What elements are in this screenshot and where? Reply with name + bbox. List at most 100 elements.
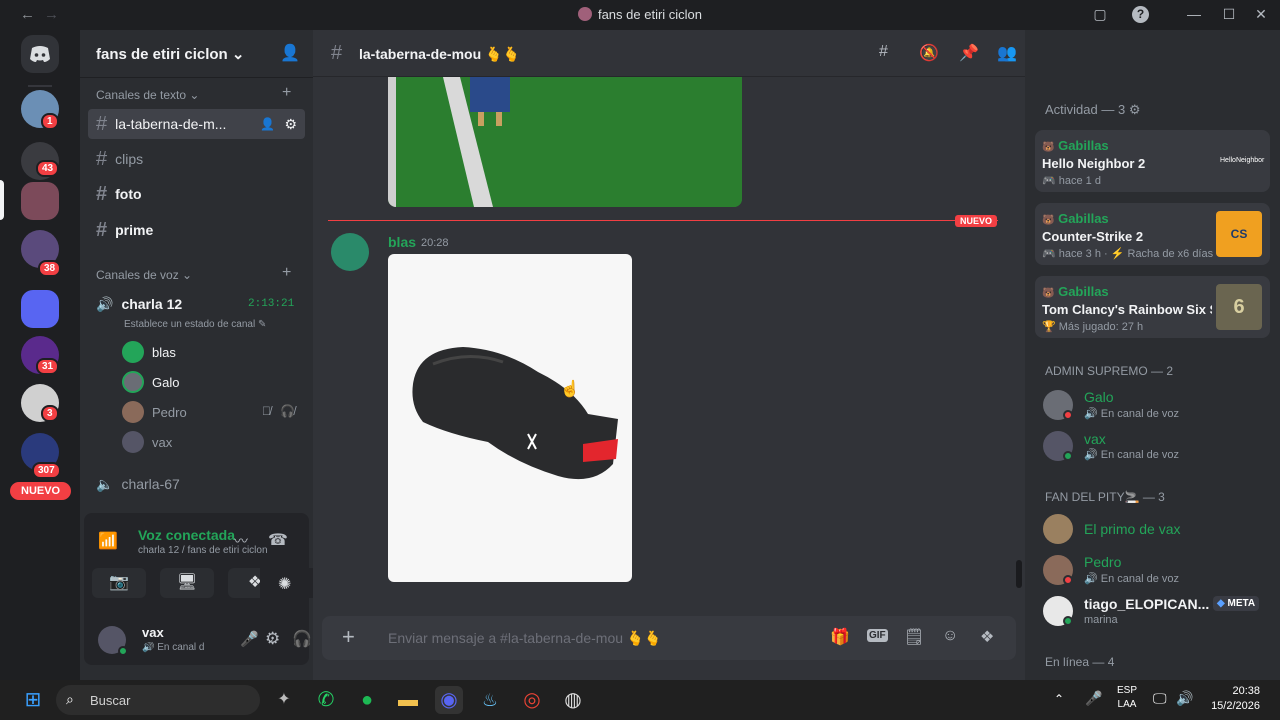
search-icon: ⌕ [66,691,74,707]
volume-icon[interactable]: 🔊 [1176,690,1193,707]
voice-channel-charla-67[interactable]: 🔈 charla-67 [96,473,180,495]
user-status: 🔊 En canal de v [142,642,204,653]
gear-icon[interactable]: ⚙ [284,116,297,133]
activity-game: Counter-Strike 2 [1042,229,1144,244]
tray-expand-icon[interactable]: ⌃ [1054,692,1064,706]
screen-share-button[interactable]: 🖥 [160,568,214,598]
pinned-messages-icon[interactable]: 📌 [959,43,979,63]
apps-icon[interactable]: ❖ [980,627,994,647]
status-hint-text: Establece un estado de canal [124,319,256,330]
mention-badge: 31 [36,358,60,375]
voice-user-pedro[interactable]: Pedro [122,401,187,423]
invite-people-icon[interactable]: 👤 [280,43,300,63]
member-status: marina [1084,614,1118,626]
maximize-icon[interactable]: ☐ [1219,6,1239,23]
user-avatar-icon: 🐻 [1042,142,1055,153]
voice-status-hint[interactable]: Establece un estado de canal ✎ [124,319,266,330]
add-voice-channel-icon[interactable]: + [282,264,291,282]
message-avatar[interactable] [331,233,369,271]
server-folder-icon[interactable] [21,290,59,328]
voice-user-vax[interactable]: vax [122,431,172,453]
gif-icon[interactable]: GIF [867,629,888,642]
member-pedro[interactable]: Pedro 🔊 En canal de voz [1043,553,1273,589]
threads-icon[interactable]: # [879,43,888,61]
discord-taskbar-icon[interactable]: ◉ [435,686,463,714]
member-tiago[interactable]: tiago_ELOPICAN... ◆ META marina [1043,594,1273,630]
mention-badge: 43 [36,160,60,177]
online-status-dot [1063,616,1073,626]
channel-clips[interactable]: # clips [96,146,143,172]
whatsapp-icon[interactable]: ✆ [312,686,340,714]
microphone-tray-icon[interactable]: 🎤 [1085,690,1102,707]
controller-icon: 🎮 [1042,175,1056,187]
text-category-header[interactable]: Canales de texto ⌄ [96,88,199,102]
activity-card-3[interactable]: 🐻 Gabillas Tom Clancy's Rainbow Six S...… [1035,276,1270,338]
message-composer[interactable]: + Enviar mensaje a #la-taberna-de-mou 🫰🫰… [322,616,1016,660]
message-author[interactable]: blas [388,234,416,250]
new-unreads-pill[interactable]: NUEVO [10,482,72,500]
disconnect-icon[interactable]: ☎ [268,530,288,550]
member-name: Pedro [1084,554,1122,570]
server-name-header[interactable]: fans de etiri ciclon ⌄ [96,45,244,63]
text-category-label: Canales de texto [96,88,187,102]
member-galo[interactable]: Galo 🔊 En canal de voz [1043,388,1273,424]
steam-icon[interactable]: ♨ [476,686,504,714]
channel-foto[interactable]: # foto [96,181,142,207]
microphone-icon[interactable]: 🎤 [240,630,259,648]
voice-connected-channel[interactable]: charla 12 / fans de etiri ciclon [138,545,268,556]
help-icon[interactable]: ? [1132,6,1149,23]
headphones-icon[interactable]: 🎧 [292,629,312,649]
notifications-muted-icon[interactable]: 🔕 [919,43,939,63]
activity-card-2[interactable]: 🐻 Gabillas Counter-Strike 2 🎮 hace 3 h ·… [1035,203,1270,265]
inbox-icon[interactable]: ▢ [1090,6,1110,23]
add-channel-icon[interactable]: + [282,84,291,102]
chrome-icon[interactable]: ◎ [518,686,546,714]
file-explorer-icon[interactable]: ▬ [394,686,422,714]
game-thumbnail: CS [1216,211,1262,257]
username[interactable]: vax [142,625,164,640]
minimize-icon[interactable]: — [1184,6,1204,22]
gift-icon[interactable]: 🎁 [830,627,850,647]
channel-la-taberna[interactable]: # la-taberna-de-m... 👤 ⚙ [88,109,305,139]
network-icon[interactable]: 🖵 [1153,690,1167,707]
server-icon-active[interactable] [21,182,59,220]
spotify-icon[interactable]: ● [353,686,381,714]
windows-start-icon[interactable]: ⊞ [19,686,47,714]
close-icon[interactable]: ✕ [1251,6,1271,23]
activity-card-1[interactable]: 🐻 Gabillas Hello Neighbor 2 🎮 hace 1 d H… [1035,130,1270,192]
member-el-primo[interactable]: El primo de vax [1043,514,1273,546]
voice-category-header[interactable]: Canales de voz ⌄ [96,268,192,282]
discord-home-button[interactable] [21,35,59,73]
signal-icon[interactable]: 📶 [98,531,118,551]
scrollbar[interactable] [1016,560,1022,588]
clock[interactable]: 20:38 15/2/2026 [1200,684,1260,714]
invite-icon[interactable]: 👤 [260,117,275,131]
composer-placeholder[interactable]: Enviar mensaje a #la-taberna-de-mou 🫰🫰 [388,630,662,647]
voice-user-galo[interactable]: Galo [122,371,179,393]
gear-icon[interactable]: ⚙ [1129,102,1141,117]
camera-button[interactable]: 📷 [92,568,146,598]
channel-sidebar: fans de etiri ciclon ⌄ 👤 Canales de text… [80,30,314,680]
voice-user-blas[interactable]: blas [122,341,176,363]
obs-icon[interactable]: ◍ [559,686,587,714]
member-status-text: En canal de voz [1100,408,1180,420]
image-attachment[interactable]: ☝ [388,254,632,582]
previous-image-attachment[interactable] [388,77,742,207]
mention-badge: 1 [41,113,59,130]
member-vax[interactable]: vax 🔊 En canal de voz [1043,429,1273,465]
voice-connected-status[interactable]: Voz conectada [138,527,235,543]
taskbar-search[interactable]: ⌕ Buscar [56,685,260,715]
channel-prime[interactable]: # prime [96,217,153,243]
avatar [122,341,144,363]
puzzle-app-icon[interactable]: ✦ [270,686,298,714]
language-indicator[interactable]: ESP LAA [1117,684,1137,712]
noise-suppression-icon[interactable]: 〰 [234,531,248,551]
voice-channel-charla-12[interactable]: 🔊 charla 12 [96,293,182,315]
add-attachment-icon[interactable]: + [342,624,355,650]
soundboard-button[interactable]: ✺ [260,568,314,598]
sticker-icon[interactable]: 🗒 [904,627,924,647]
emoji-icon[interactable]: ☺ [942,627,958,645]
user-settings-gear-icon[interactable]: ⚙ [265,629,280,649]
activity-meta-text: Más jugado: 27 h [1058,321,1144,333]
member-list-icon[interactable]: 👥 [997,43,1017,63]
